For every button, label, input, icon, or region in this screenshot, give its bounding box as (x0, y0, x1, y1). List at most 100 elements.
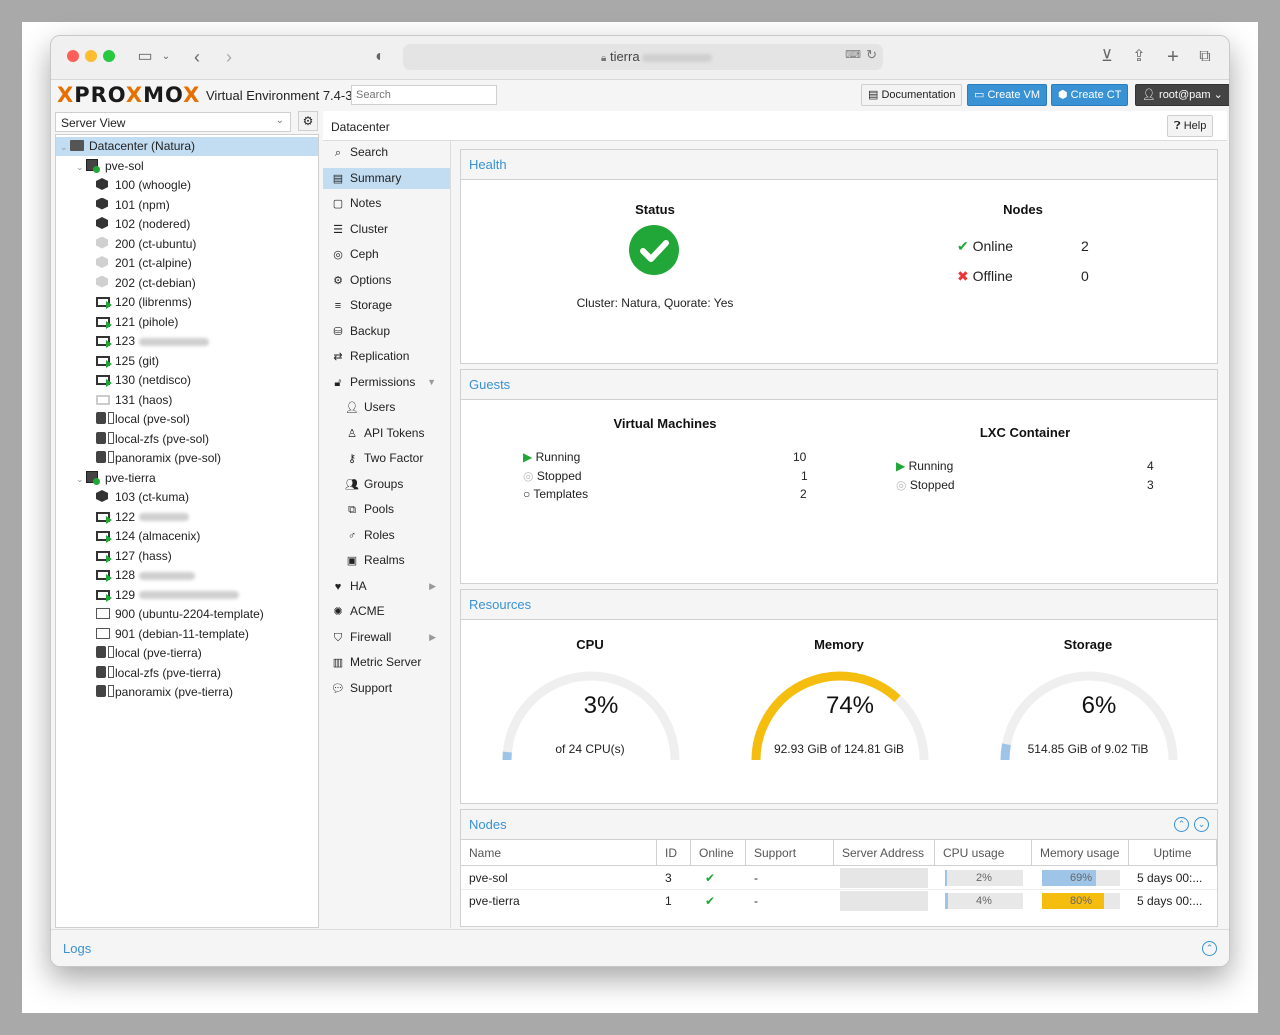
nav-item-permissions[interactable]: 🔓︎ Permissions ▼ (323, 372, 450, 393)
tree-item[interactable]: ⌄ pve-sol (56, 157, 318, 176)
view-selector[interactable]: Server View ⌄ (55, 112, 291, 132)
address-bar[interactable]: 🔒︎ tierra ⌨ ↻ (403, 44, 883, 70)
help-button[interactable]: ❓︎ Help (1167, 115, 1214, 137)
nav-item-users[interactable]: 👤︎ Users (323, 397, 450, 418)
sidebar-toggle-icon[interactable]: ▭ (135, 46, 155, 68)
tree-item[interactable]: 124 (almacenix) (56, 527, 318, 546)
back-icon[interactable]: ‹ (189, 46, 205, 68)
column-header[interactable]: Uptime (1129, 840, 1217, 866)
table-row[interactable]: pve-sol 3 ✔ - 2% 69% 5 days 00:... (461, 867, 1217, 889)
bar-chart-icon: ▥ (332, 657, 344, 669)
expand-logs-icon[interactable]: ⌃ (1202, 941, 1217, 956)
tree-item[interactable]: 100 (whoogle) (56, 176, 318, 195)
nav-item-support[interactable]: 💬︎ Support (323, 678, 450, 699)
tree-item[interactable]: 202 (ct-debian) (56, 274, 318, 293)
tree-item[interactable]: 103 (ct-kuma) (56, 488, 318, 507)
tree-item[interactable]: panoramix (pve-tierra) (56, 683, 318, 702)
chevron-down-icon[interactable]: ⌄ (60, 138, 70, 157)
tree-item[interactable]: 128 (56, 566, 318, 585)
nav-item-pools[interactable]: ⧉ Pools (323, 499, 450, 520)
nav-item-replication[interactable]: ⇄ Replication (323, 346, 450, 367)
tree-item-label: local (pve-tierra) (115, 646, 202, 660)
nav-item-notes[interactable]: ▢ Notes (323, 193, 450, 214)
tabs-overview-icon[interactable]: ⧉ (1195, 46, 1215, 68)
tree-item[interactable]: 201 (ct-alpine) (56, 254, 318, 273)
nav-item-two-factor[interactable]: ⚷ Two Factor (323, 448, 450, 469)
column-header[interactable]: Server Address (834, 840, 935, 866)
tree-item[interactable]: 131 (haos) (56, 391, 318, 410)
nav-item-ceph[interactable]: ◎ Ceph (323, 244, 450, 265)
share-icon[interactable]: ⇪ (1129, 46, 1149, 68)
vm-running-count: 10 (793, 450, 807, 464)
tree-item[interactable]: 130 (netdisco) (56, 371, 318, 390)
tree-item[interactable]: local-zfs (pve-tierra) (56, 664, 318, 683)
tree-item[interactable]: 101 (npm) (56, 196, 318, 215)
nav-item-search[interactable]: ⌕ Search (323, 142, 450, 163)
user-menu-button[interactable]: 👤︎ root@pam ⌄ (1135, 84, 1229, 106)
nav-item-summary[interactable]: ▤ Summary (323, 167, 450, 189)
tree-item-label: 130 (netdisco) (115, 373, 192, 387)
download-icon[interactable]: ⊻ (1097, 46, 1117, 68)
minimize-window-button[interactable] (85, 50, 97, 62)
memory-percent: 74% (825, 692, 875, 719)
chevron-down-icon[interactable]: ⌄ (159, 46, 173, 68)
nav-item-cluster[interactable]: ☰ Cluster (323, 219, 450, 240)
nav-item-firewall[interactable]: ⛉ Firewall ▶ (323, 627, 450, 648)
chevron-down-icon[interactable]: ⌄ (76, 158, 86, 177)
tree-item[interactable]: 120 (librenms) (56, 293, 318, 312)
privacy-shield-icon[interactable]: ◐ (371, 46, 389, 68)
nav-item-options[interactable]: ⚙ Options (323, 270, 450, 291)
column-header[interactable]: Name (461, 840, 657, 866)
nav-item-label: HA (350, 578, 367, 593)
tree-item[interactable]: 200 (ct-ubuntu) (56, 235, 318, 254)
chevron-up-icon[interactable]: ⌃ (1174, 817, 1189, 832)
nav-item-api-tokens[interactable]: ♙ API Tokens (323, 423, 450, 444)
nav-item-realms[interactable]: ▣ Realms (323, 550, 450, 571)
node-icon (86, 470, 100, 485)
chevron-down-icon[interactable]: ⌄ (76, 470, 86, 489)
create-vm-button[interactable]: ▭ Create VM (967, 84, 1048, 106)
nav-item-groups[interactable]: 👥︎ Groups (323, 474, 450, 495)
tree-item[interactable]: 900 (ubuntu-2204-template) (56, 605, 318, 624)
search-input[interactable] (351, 85, 497, 105)
tree-item[interactable]: 102 (nodered) (56, 215, 318, 234)
tree-settings-button[interactable]: ⚙ (298, 111, 318, 131)
close-window-button[interactable] (67, 50, 79, 62)
nav-item-metric-server[interactable]: ▥ Metric Server (323, 652, 450, 673)
tree-item[interactable]: ⌄ Datacenter (Natura) (56, 137, 318, 156)
lxc-title: LXC Container (979, 425, 1071, 440)
tree-item-label: 121 (pihole) (115, 314, 179, 329)
tree-item[interactable]: 125 (git) (56, 352, 318, 371)
tree-item[interactable]: ⌄ pve-tierra (56, 469, 318, 488)
create-ct-button[interactable]: ⬢ Create CT (1051, 84, 1129, 106)
reload-icon[interactable]: ↻ (866, 47, 877, 63)
tree-item[interactable]: 122 (56, 508, 318, 527)
zoom-window-button[interactable] (103, 50, 115, 62)
tree-item[interactable]: local (pve-tierra) (56, 644, 318, 663)
column-header[interactable]: ID (657, 840, 691, 866)
new-tab-icon[interactable]: + (1163, 46, 1183, 68)
nav-item-roles[interactable]: ♂ Roles (323, 525, 450, 546)
chevron-down-icon[interactable]: ⌄ (1194, 817, 1209, 832)
nav-item-storage[interactable]: ≡ Storage (323, 295, 450, 316)
tree-item[interactable]: local (pve-sol) (56, 410, 318, 429)
forward-icon[interactable]: › (221, 46, 237, 68)
column-header[interactable]: CPU usage (935, 840, 1032, 866)
vm-running-icon (96, 294, 112, 309)
tree-item[interactable]: 127 (hass) (56, 547, 318, 566)
column-header[interactable]: Support (746, 840, 834, 866)
tree-item[interactable]: 129 (56, 586, 318, 605)
tree-item[interactable]: local-zfs (pve-sol) (56, 430, 318, 449)
column-header[interactable]: Memory usage (1032, 840, 1129, 866)
nav-item-acme[interactable]: ✺ ACME (323, 601, 450, 622)
column-header[interactable]: Online (691, 840, 746, 866)
nav-item-ha[interactable]: ♥ HA ▶ (323, 576, 450, 597)
tree-item[interactable]: 901 (debian-11-template) (56, 625, 318, 644)
tree-item[interactable]: 121 (pihole) (56, 313, 318, 332)
nav-item-backup[interactable]: ⛁ Backup (323, 321, 450, 342)
table-row[interactable]: pve-tierra 1 ✔ - 4% 80% 5 days 00:... (461, 889, 1217, 911)
documentation-button[interactable]: ▤ Documentation (861, 84, 963, 106)
translate-icon[interactable]: ⌨ (845, 48, 861, 61)
tree-item[interactable]: panoramix (pve-sol) (56, 449, 318, 468)
tree-item[interactable]: 123 (56, 332, 318, 351)
